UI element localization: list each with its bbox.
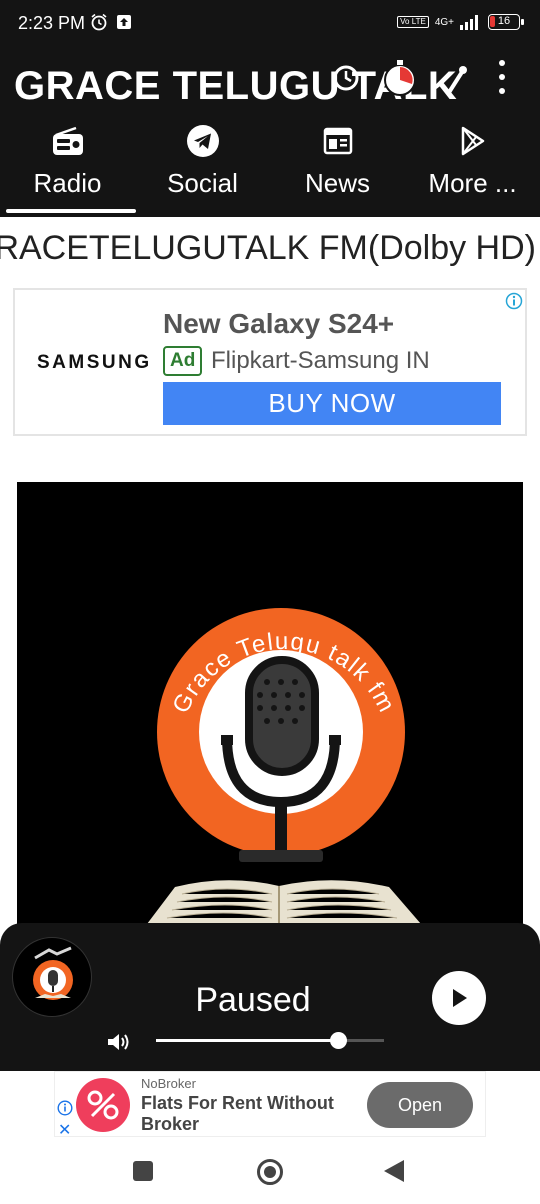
volume-slider[interactable] — [156, 1032, 384, 1049]
play-icon — [453, 989, 467, 1007]
dot — [499, 60, 505, 66]
tab-social[interactable]: Social — [135, 120, 270, 217]
tab-news[interactable]: News — [270, 120, 405, 217]
system-nav-bar — [0, 1137, 540, 1204]
dot — [499, 74, 505, 80]
station-logo-image: Grace Telugu talk fm — [147, 608, 421, 924]
ad-info-icon[interactable] — [505, 292, 523, 310]
nobroker-logo — [76, 1078, 130, 1132]
station-title: GRACETELUGUTALK FM(Dolby HD) — [0, 229, 536, 267]
back-button[interactable] — [384, 1160, 404, 1182]
dot — [499, 88, 505, 94]
bottom-ad-text[interactable]: Flats For Rent Without Broker — [141, 1093, 356, 1135]
playback-status: Paused — [195, 981, 311, 1019]
station-artwork: Grace Telugu talk fm — [17, 482, 523, 924]
battery-icon: 16 — [488, 14, 524, 30]
ad-buy-now-button[interactable]: BUY NOW — [163, 382, 501, 425]
selected-tab-indicator — [6, 209, 136, 213]
volume-slider-thumb[interactable] — [330, 1032, 348, 1049]
volume-slider-fill — [156, 1039, 339, 1042]
tab-bar: Radio Social News More ... — [0, 120, 540, 217]
mini-player: Paused — [0, 923, 540, 1071]
volume-icon[interactable] — [106, 1031, 130, 1053]
volte-badge: Vo LTE — [397, 16, 429, 28]
status-time: 2:23 PM — [18, 13, 86, 33]
bottom-ad-brand: NoBroker — [141, 1076, 196, 1091]
tab-radio[interactable]: Radio — [0, 120, 136, 217]
ad-open-button[interactable]: Open — [367, 1082, 473, 1128]
alarm-icon — [91, 13, 107, 31]
ad-advertiser[interactable]: Flipkart-Samsung IN — [211, 347, 430, 375]
status-left-icons — [90, 13, 132, 31]
tab-more[interactable]: More ... — [405, 120, 540, 217]
status-bar: 2:23 PM Vo LTE 4G+ 16 — [0, 0, 540, 50]
recents-button[interactable] — [133, 1161, 153, 1181]
tab-label-social: Social — [167, 168, 238, 198]
radio-icon — [51, 124, 85, 158]
tab-label-more: More ... — [428, 168, 517, 198]
network-type: 4G+ — [434, 16, 454, 28]
tab-label-news: News — [304, 168, 370, 198]
play-store-icon — [456, 124, 490, 158]
home-icon — [264, 1166, 276, 1178]
ad-headline[interactable]: New Galaxy S24+ — [163, 308, 394, 340]
signal-icon — [460, 15, 478, 30]
newspaper-icon — [321, 124, 355, 158]
home-button[interactable] — [257, 1159, 283, 1185]
tab-label-radio: Radio — [33, 168, 102, 198]
play-button[interactable] — [432, 971, 486, 1025]
more-options-button[interactable] — [492, 60, 512, 94]
status-right-icons: Vo LTE 4G+ 16 — [397, 14, 524, 30]
ad-badge: Ad — [163, 346, 203, 376]
ad-info-icon[interactable] — [57, 1100, 73, 1116]
station-title-marquee: GRACETELUGUTALK FM(Dolby HD) — [0, 217, 540, 279]
ad-banner[interactable]: SAMSUNG New Galaxy S24+ Ad Flipkart-Sams… — [13, 288, 527, 436]
samsung-logo: SAMSUNG — [37, 352, 152, 373]
timer-overlay-icon — [333, 60, 467, 96]
app-bar: GRACE TELUGU TALK Radio Social News More… — [0, 50, 540, 217]
upload-notification-icon — [117, 15, 131, 29]
bottom-ad-banner[interactable]: ✕ NoBroker Flats For Rent Without Broker… — [54, 1071, 486, 1139]
telegram-icon — [186, 124, 220, 158]
